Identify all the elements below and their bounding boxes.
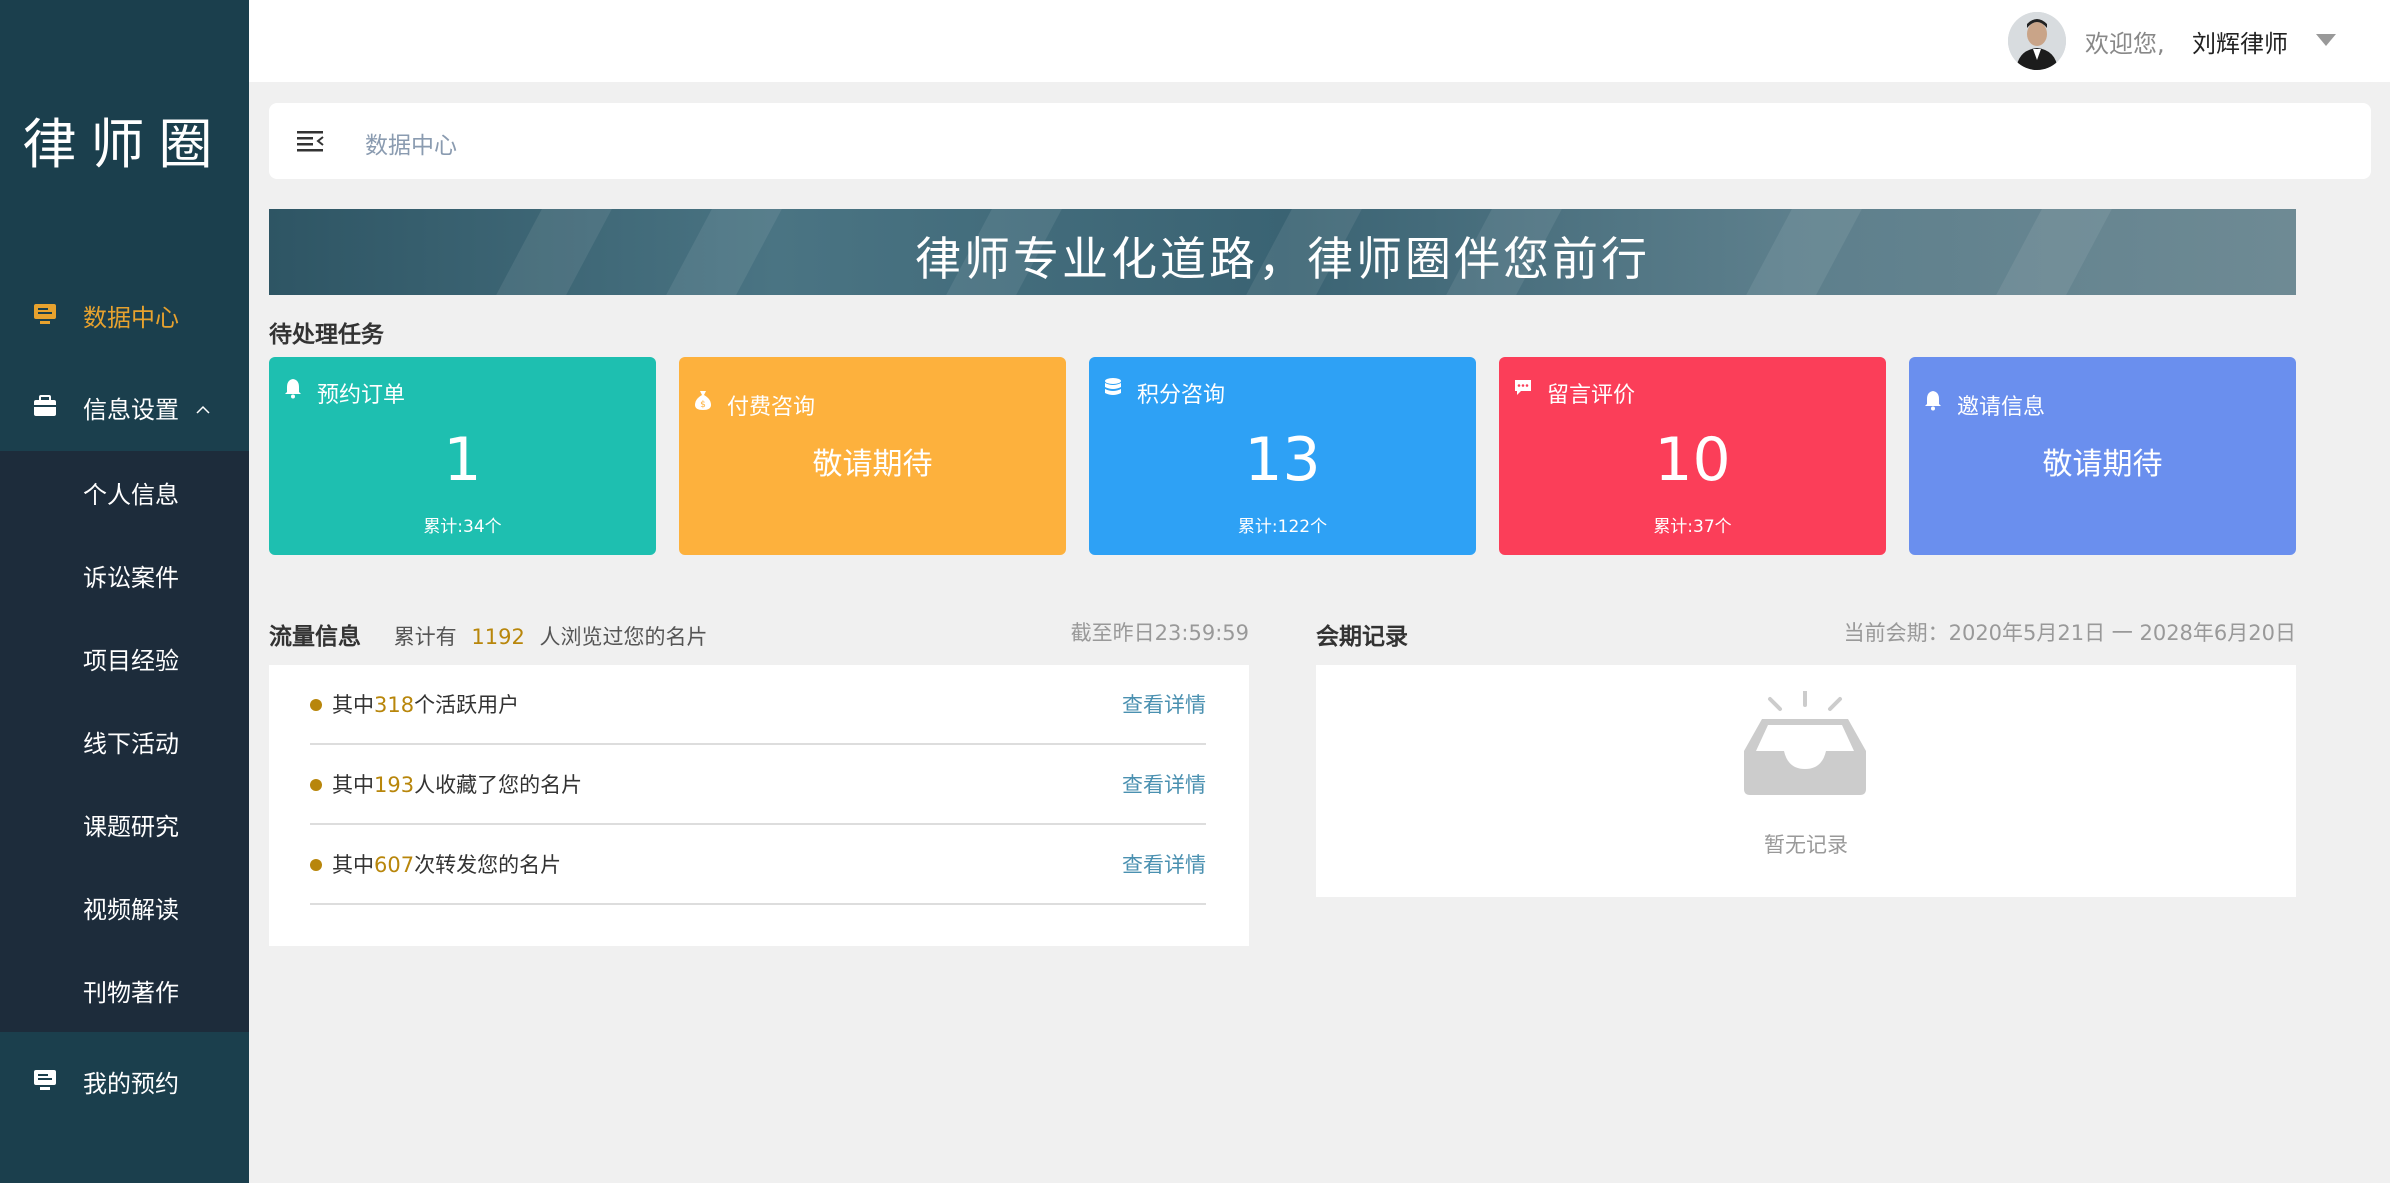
card-total: 累计:37个	[1653, 517, 1732, 537]
card-appointment-orders[interactable]: 预约订单 1 累计:34个	[269, 357, 656, 555]
card-title: 积分咨询	[1137, 383, 1226, 408]
info-settings-submenu: 个人信息 诉讼案件 项目经验 线下活动 课题研究 视频解读 刊物著作	[0, 451, 249, 1032]
traffic-row-favorites: 其中193人收藏了您的名片 查看详情	[310, 745, 1206, 825]
traffic-summary-suffix: 人浏览过您的名片	[539, 625, 708, 649]
briefcase-icon	[34, 395, 56, 416]
nav-label: 我的预约	[83, 1069, 179, 1098]
traffic-as-of: 截至昨日23:59:59	[1070, 621, 1249, 645]
view-details-link[interactable]: 查看详情	[1122, 849, 1206, 879]
nav-item-info-settings[interactable]: 信息设置	[0, 363, 249, 451]
card-coming-soon: 敬请期待	[812, 447, 933, 482]
empty-inbox-icon	[1744, 691, 1866, 795]
database-icon	[1105, 378, 1121, 395]
submenu-label: 课题研究	[83, 813, 179, 841]
view-details-link[interactable]: 查看详情	[1122, 769, 1206, 799]
card-count: 1	[443, 425, 482, 495]
pending-tasks-title: 待处理任务	[269, 322, 384, 348]
card-coming-soon: 敬请期待	[2042, 447, 2163, 482]
card-paid-consult[interactable]: $ 付费咨询 敬请期待	[679, 357, 1066, 555]
membership-header: 会期记录 当前会期：2020年5月21日 一 2028年6月20日	[1316, 617, 2296, 650]
submenu-label: 项目经验	[83, 647, 179, 675]
traffic-summary-count: 1192	[471, 625, 525, 649]
bell-icon	[285, 379, 301, 399]
banner-slogan: 律师专业化道路，律师圈伴您前行	[915, 232, 1650, 286]
traffic-row-text: 其中193人收藏了您的名片	[332, 773, 583, 797]
traffic-row-shares: 其中607次转发您的名片 查看详情	[310, 825, 1206, 905]
money-bag-icon: $	[695, 391, 711, 410]
nav-item-my-appointments[interactable]: 我的预约	[0, 1037, 249, 1125]
brand-logo: 律师圈	[22, 113, 227, 176]
top-bar	[249, 0, 2390, 82]
bell-icon	[1925, 391, 1941, 411]
submenu-item-videos[interactable]: 视频解读	[0, 866, 249, 949]
traffic-summary-prefix: 累计有	[393, 625, 457, 649]
card-title: 付费咨询	[727, 395, 816, 420]
menu-toggle-icon[interactable]	[297, 129, 325, 153]
bullet-dot-icon	[310, 859, 322, 871]
nav-item-data-center[interactable]: 数据中心	[0, 271, 249, 359]
card-title: 预约订单	[317, 383, 406, 408]
traffic-header: 流量信息 累计有 1192 人浏览过您的名片 截至昨日23:59:59	[269, 617, 1249, 650]
submenu-label: 个人信息	[83, 481, 179, 509]
card-title: 留言评价	[1547, 383, 1636, 408]
nav-label: 数据中心	[83, 303, 179, 332]
card-count: 10	[1654, 425, 1731, 495]
monitor-icon	[34, 304, 56, 324]
avatar[interactable]	[2008, 12, 2066, 70]
membership-panel: 暂无记录	[1316, 665, 2296, 897]
user-avatar-icon	[2008, 12, 2066, 70]
traffic-row-active-users: 其中318个活跃用户 查看详情	[310, 665, 1206, 745]
traffic-title: 流量信息	[269, 624, 361, 650]
membership-title: 会期记录	[1316, 624, 1408, 650]
card-count: 13	[1244, 425, 1321, 495]
submenu-item-profile[interactable]: 个人信息	[0, 451, 249, 534]
traffic-list: 其中318个活跃用户 查看详情 其中193人收藏了您的名片 查看详情 其中607…	[269, 665, 1249, 946]
submenu-item-research[interactable]: 课题研究	[0, 783, 249, 866]
nav-label: 信息设置	[83, 395, 179, 424]
bullet-dot-icon	[310, 779, 322, 791]
breadcrumb-bar: 数据中心	[269, 103, 2371, 179]
card-total: 累计:122个	[1237, 517, 1328, 537]
view-details-link[interactable]: 查看详情	[1122, 689, 1206, 719]
breadcrumb: 数据中心	[365, 133, 457, 159]
username[interactable]: 刘辉律师	[2192, 24, 2288, 59]
submenu-label: 视频解读	[83, 896, 179, 924]
traffic-row-text: 其中318个活跃用户	[332, 693, 520, 717]
submenu-item-projects[interactable]: 项目经验	[0, 617, 249, 700]
welcome-text: 欢迎您,	[2085, 30, 2165, 58]
sidebar: 律师圈 数据中心 信息设置 个人信息 诉讼案件 项目经验 线下活动 课题研究 视…	[0, 0, 249, 1183]
card-reviews[interactable]: 留言评价 10 累计:37个	[1499, 357, 1886, 555]
traffic-row-text: 其中607次转发您的名片	[332, 853, 562, 877]
banner: 律师专业化道路，律师圈伴您前行	[269, 209, 2296, 295]
caret-down-icon[interactable]	[2316, 34, 2336, 46]
submenu-label: 线下活动	[83, 730, 179, 758]
card-points-consult[interactable]: 积分咨询 13 累计:122个	[1089, 357, 1476, 555]
svg-text:$: $	[700, 400, 706, 410]
chevron-up-icon	[196, 405, 210, 414]
card-total: 累计:34个	[423, 517, 502, 537]
monitor-icon	[34, 1070, 56, 1090]
submenu-label: 诉讼案件	[83, 564, 179, 592]
submenu-item-litigation[interactable]: 诉讼案件	[0, 534, 249, 617]
submenu-item-publications[interactable]: 刊物著作	[0, 949, 249, 1032]
empty-state-text: 暂无记录	[1764, 833, 1848, 857]
submenu-label: 刊物著作	[83, 979, 179, 1007]
membership-period: 当前会期：2020年5月21日 一 2028年6月20日	[1843, 621, 2296, 645]
submenu-item-offline-events[interactable]: 线下活动	[0, 700, 249, 783]
card-invitations[interactable]: 邀请信息 敬请期待	[1909, 357, 2296, 555]
card-title: 邀请信息	[1957, 395, 2046, 420]
bullet-dot-icon	[310, 699, 322, 711]
message-icon	[1515, 380, 1531, 395]
